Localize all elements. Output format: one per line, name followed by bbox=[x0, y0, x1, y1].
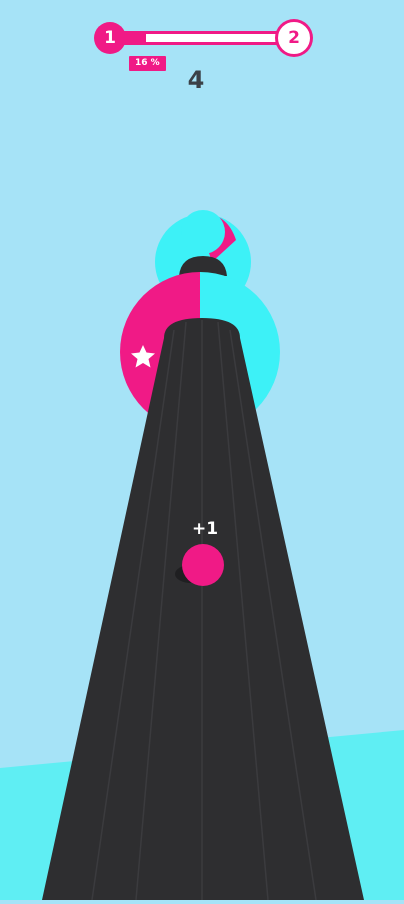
progress-bar bbox=[116, 31, 288, 45]
pickup-label: +1 bbox=[191, 519, 219, 539]
game-world bbox=[0, 210, 404, 901]
player-ball bbox=[182, 544, 224, 586]
level-progress: 1 2 bbox=[92, 22, 312, 56]
track bbox=[42, 318, 364, 900]
current-level-badge: 1 bbox=[94, 22, 126, 54]
game-scene[interactable]: +1 1 2 16 % 4 bbox=[0, 0, 404, 901]
score-counter: 4 bbox=[187, 66, 205, 94]
next-level-badge: 2 bbox=[278, 22, 310, 54]
